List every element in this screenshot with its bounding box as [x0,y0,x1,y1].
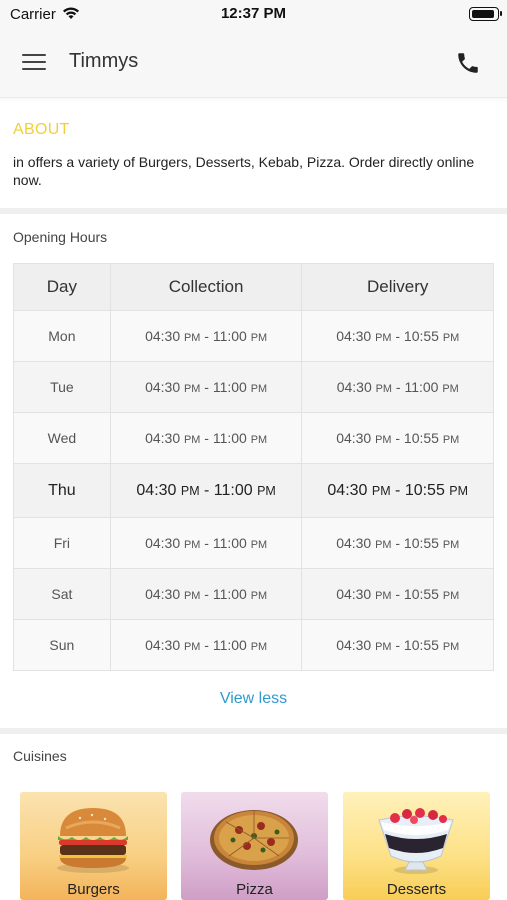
table-row: Thu 04:30 PM - 11:00 PM 04:30 PM - 10:55 P… [13,463,494,518]
hours-day-cell: Sun [13,619,111,671]
table-row: Wed 04:30 PM - 11:00 PM 04:30 PM - 10:55 P… [13,412,494,464]
cuisine-card-desserts[interactable]: Desserts [343,792,490,900]
view-less-link[interactable]: View less [0,690,507,708]
pizza-icon [210,810,298,870]
opening-hours-title: Opening Hours [13,229,108,245]
hours-day-cell: Fri [13,517,111,569]
cuisine-label-pizza: Pizza [236,881,273,898]
hours-delivery-cell: 04:30 PM - 10:55 PM [301,568,494,620]
page-title: Timmys [69,50,139,72]
table-header-row: Day Collection Delivery [13,263,494,311]
cuisine-card-pizza[interactable]: Pizza [181,792,328,900]
clock: 12:37 PM [220,5,287,22]
table-row: Sun 04:30 PM - 11:00 PM 04:30 PM - 10:55 P… [13,619,494,671]
nav-bar: Timmys [0,28,507,98]
opening-hours-section: Opening Hours Day Collection Delivery Mo… [0,214,507,728]
table-row: Tue 04:30 PM - 11:00 PM 04:30 PM - 11:00 P… [13,361,494,413]
cuisine-cards: Burgers Pizza Desserts [20,792,490,900]
status-bar: Carrier 12:37 PM [0,0,507,28]
hamburger-menu-icon[interactable] [22,52,48,74]
hours-day-cell: Tue [13,361,111,413]
about-description: in offers a variety of Burgers, Desserts… [13,154,475,188]
battery-icon [469,7,502,21]
table-row: Fri 04:30 PM - 11:00 PM 04:30 PM - 10:55 P… [13,517,494,569]
hours-day-cell: Mon [13,310,111,362]
about-heading: ABOUT [13,121,70,138]
hours-collection-cell: 04:30 PM - 11:00 PM [109,412,303,464]
burger-icon [57,808,129,873]
hours-collection-cell: 04:30 PM - 11:00 PM [109,463,303,518]
header-day: Day [13,263,111,311]
phone-icon[interactable] [455,50,481,76]
hours-day-cell: Sat [13,568,111,620]
hours-day-cell: Thu [13,463,111,518]
header-collection: Collection [109,263,303,311]
cuisines-section: Cuisines Burgers Pizza Desserts [0,734,507,900]
hours-delivery-cell: 04:30 PM - 10:55 PM [301,463,494,518]
about-section: ABOUT in offers a variety of Burgers, De… [0,108,507,208]
hours-collection-cell: 04:30 PM - 11:00 PM [109,310,303,362]
hours-collection-cell: 04:30 PM - 11:00 PM [109,361,303,413]
hours-delivery-cell: 04:30 PM - 10:55 PM [301,310,494,362]
hours-delivery-cell: 04:30 PM - 10:55 PM [301,619,494,671]
header-delivery: Delivery [301,263,494,311]
cuisine-label-burgers: Burgers [67,881,120,898]
hours-day-cell: Wed [13,412,111,464]
hours-collection-cell: 04:30 PM - 11:00 PM [109,517,303,569]
hours-delivery-cell: 04:30 PM - 11:00 PM [301,361,494,413]
cuisines-title: Cuisines [13,748,67,764]
hours-delivery-cell: 04:30 PM - 10:55 PM [301,517,494,569]
dessert-icon [378,808,454,874]
cuisine-card-burgers[interactable]: Burgers [20,792,167,900]
opening-hours-table: Day Collection Delivery Mon 04:30 PM - 11… [13,263,494,671]
cuisine-label-desserts: Desserts [386,881,447,898]
hours-collection-cell: 04:30 PM - 11:00 PM [109,619,303,671]
hours-delivery-cell: 04:30 PM - 10:55 PM [301,412,494,464]
table-row: Sat 04:30 PM - 11:00 PM 04:30 PM - 10:55 P… [13,568,494,620]
table-row: Mon 04:30 PM - 11:00 PM 04:30 PM - 10:55 P… [13,310,494,362]
hours-collection-cell: 04:30 PM - 11:00 PM [109,568,303,620]
